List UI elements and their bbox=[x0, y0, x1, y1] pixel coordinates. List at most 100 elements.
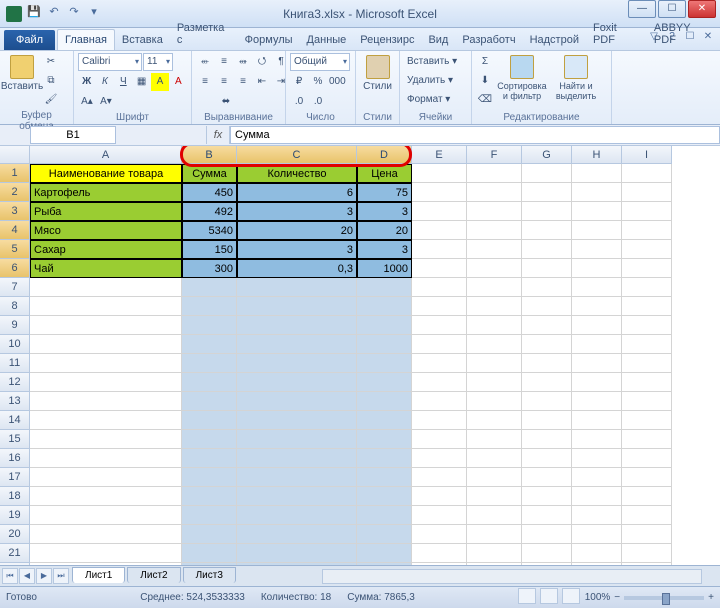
percent-icon[interactable]: % bbox=[309, 73, 327, 91]
cell-D18[interactable] bbox=[357, 487, 412, 506]
cell-A19[interactable] bbox=[30, 506, 182, 525]
cell-H19[interactable] bbox=[572, 506, 622, 525]
cell-E1[interactable] bbox=[412, 164, 467, 183]
cell-G20[interactable] bbox=[522, 525, 572, 544]
cell-A11[interactable] bbox=[30, 354, 182, 373]
cell-C8[interactable] bbox=[237, 297, 357, 316]
row-header-9[interactable]: 9 bbox=[0, 316, 30, 335]
save-icon[interactable]: 💾 bbox=[26, 4, 42, 20]
cell-H3[interactable] bbox=[572, 202, 622, 221]
cell-D6[interactable]: 1000 bbox=[357, 259, 412, 278]
cell-F11[interactable] bbox=[467, 354, 522, 373]
cell-E7[interactable] bbox=[412, 278, 467, 297]
cell-A16[interactable] bbox=[30, 449, 182, 468]
name-box[interactable]: B1 bbox=[30, 126, 116, 144]
cell-B15[interactable] bbox=[182, 430, 237, 449]
cell-H15[interactable] bbox=[572, 430, 622, 449]
orientation-icon[interactable]: ⭯ bbox=[253, 53, 271, 71]
currency-icon[interactable]: ₽ bbox=[290, 73, 308, 91]
cell-F21[interactable] bbox=[467, 544, 522, 563]
cell-G13[interactable] bbox=[522, 392, 572, 411]
cell-F7[interactable] bbox=[467, 278, 522, 297]
cell-I10[interactable] bbox=[622, 335, 672, 354]
cell-D10[interactable] bbox=[357, 335, 412, 354]
autosum-icon[interactable]: Σ bbox=[476, 53, 494, 71]
cell-A5[interactable]: Сахар bbox=[30, 240, 182, 259]
cell-B1[interactable]: Сумма bbox=[182, 164, 237, 183]
sheet-tab-Лист2[interactable]: Лист2 bbox=[127, 567, 180, 583]
cell-E19[interactable] bbox=[412, 506, 467, 525]
cell-D2[interactable]: 75 bbox=[357, 183, 412, 202]
file-tab[interactable]: Файл bbox=[4, 30, 55, 50]
cell-E12[interactable] bbox=[412, 373, 467, 392]
thousands-icon[interactable]: 000 bbox=[328, 73, 346, 91]
cell-B5[interactable]: 150 bbox=[182, 240, 237, 259]
cell-E11[interactable] bbox=[412, 354, 467, 373]
cell-G21[interactable] bbox=[522, 544, 572, 563]
cell-H11[interactable] bbox=[572, 354, 622, 373]
underline-button[interactable]: Ч bbox=[115, 73, 132, 91]
cell-C3[interactable]: 3 bbox=[237, 202, 357, 221]
cell-G16[interactable] bbox=[522, 449, 572, 468]
cell-G8[interactable] bbox=[522, 297, 572, 316]
cell-D14[interactable] bbox=[357, 411, 412, 430]
cell-G14[interactable] bbox=[522, 411, 572, 430]
cell-C9[interactable] bbox=[237, 316, 357, 335]
cell-E18[interactable] bbox=[412, 487, 467, 506]
cell-A13[interactable] bbox=[30, 392, 182, 411]
cell-C19[interactable] bbox=[237, 506, 357, 525]
cell-C5[interactable]: 3 bbox=[237, 240, 357, 259]
align-center-icon[interactable]: ≡ bbox=[215, 73, 233, 91]
normal-view-icon[interactable] bbox=[518, 588, 536, 604]
cell-A8[interactable] bbox=[30, 297, 182, 316]
align-left-icon[interactable]: ≡ bbox=[196, 73, 214, 91]
cell-C12[interactable] bbox=[237, 373, 357, 392]
cell-D12[interactable] bbox=[357, 373, 412, 392]
cell-H16[interactable] bbox=[572, 449, 622, 468]
font-combo[interactable]: Calibri bbox=[78, 53, 142, 71]
zoom-level[interactable]: 100% bbox=[585, 592, 611, 603]
border-button[interactable]: ▦ bbox=[133, 73, 150, 91]
cell-F5[interactable] bbox=[467, 240, 522, 259]
italic-button[interactable]: К bbox=[96, 73, 113, 91]
cell-F6[interactable] bbox=[467, 259, 522, 278]
row-header-14[interactable]: 14 bbox=[0, 411, 30, 430]
find-select-button[interactable]: Найти и выделить bbox=[550, 53, 602, 109]
cell-F1[interactable] bbox=[467, 164, 522, 183]
sheet-tab-Лист1[interactable]: Лист1 bbox=[72, 567, 125, 583]
cell-B12[interactable] bbox=[182, 373, 237, 392]
cell-H10[interactable] bbox=[572, 335, 622, 354]
cell-F17[interactable] bbox=[467, 468, 522, 487]
cell-D7[interactable] bbox=[357, 278, 412, 297]
cell-B19[interactable] bbox=[182, 506, 237, 525]
row-header-8[interactable]: 8 bbox=[0, 297, 30, 316]
cell-B10[interactable] bbox=[182, 335, 237, 354]
cell-G5[interactable] bbox=[522, 240, 572, 259]
zoom-out-button[interactable]: − bbox=[614, 592, 620, 603]
cell-F8[interactable] bbox=[467, 297, 522, 316]
cell-D9[interactable] bbox=[357, 316, 412, 335]
restore-inner-icon[interactable]: ☐ bbox=[682, 31, 698, 47]
cell-B11[interactable] bbox=[182, 354, 237, 373]
cell-H9[interactable] bbox=[572, 316, 622, 335]
cell-A15[interactable] bbox=[30, 430, 182, 449]
formula-input[interactable]: Сумма bbox=[230, 126, 720, 144]
fill-icon[interactable]: ⬇ bbox=[476, 72, 494, 90]
maximize-button[interactable]: ☐ bbox=[658, 0, 686, 18]
cell-D19[interactable] bbox=[357, 506, 412, 525]
cell-E2[interactable] bbox=[412, 183, 467, 202]
cell-F16[interactable] bbox=[467, 449, 522, 468]
ribbon-tab-7[interactable]: Разработч bbox=[455, 30, 522, 50]
cell-A7[interactable] bbox=[30, 278, 182, 297]
qat-dropdown-icon[interactable]: ▾ bbox=[86, 4, 102, 20]
cell-A3[interactable]: Рыба bbox=[30, 202, 182, 221]
cell-A9[interactable] bbox=[30, 316, 182, 335]
row-header-16[interactable]: 16 bbox=[0, 449, 30, 468]
row-header-10[interactable]: 10 bbox=[0, 335, 30, 354]
minimize-ribbon-icon[interactable]: ▽ bbox=[646, 31, 662, 47]
page-break-view-icon[interactable] bbox=[562, 588, 580, 604]
cell-D21[interactable] bbox=[357, 544, 412, 563]
cell-E13[interactable] bbox=[412, 392, 467, 411]
ribbon-tab-0[interactable]: Главная bbox=[57, 29, 115, 50]
bold-button[interactable]: Ж bbox=[78, 73, 95, 91]
